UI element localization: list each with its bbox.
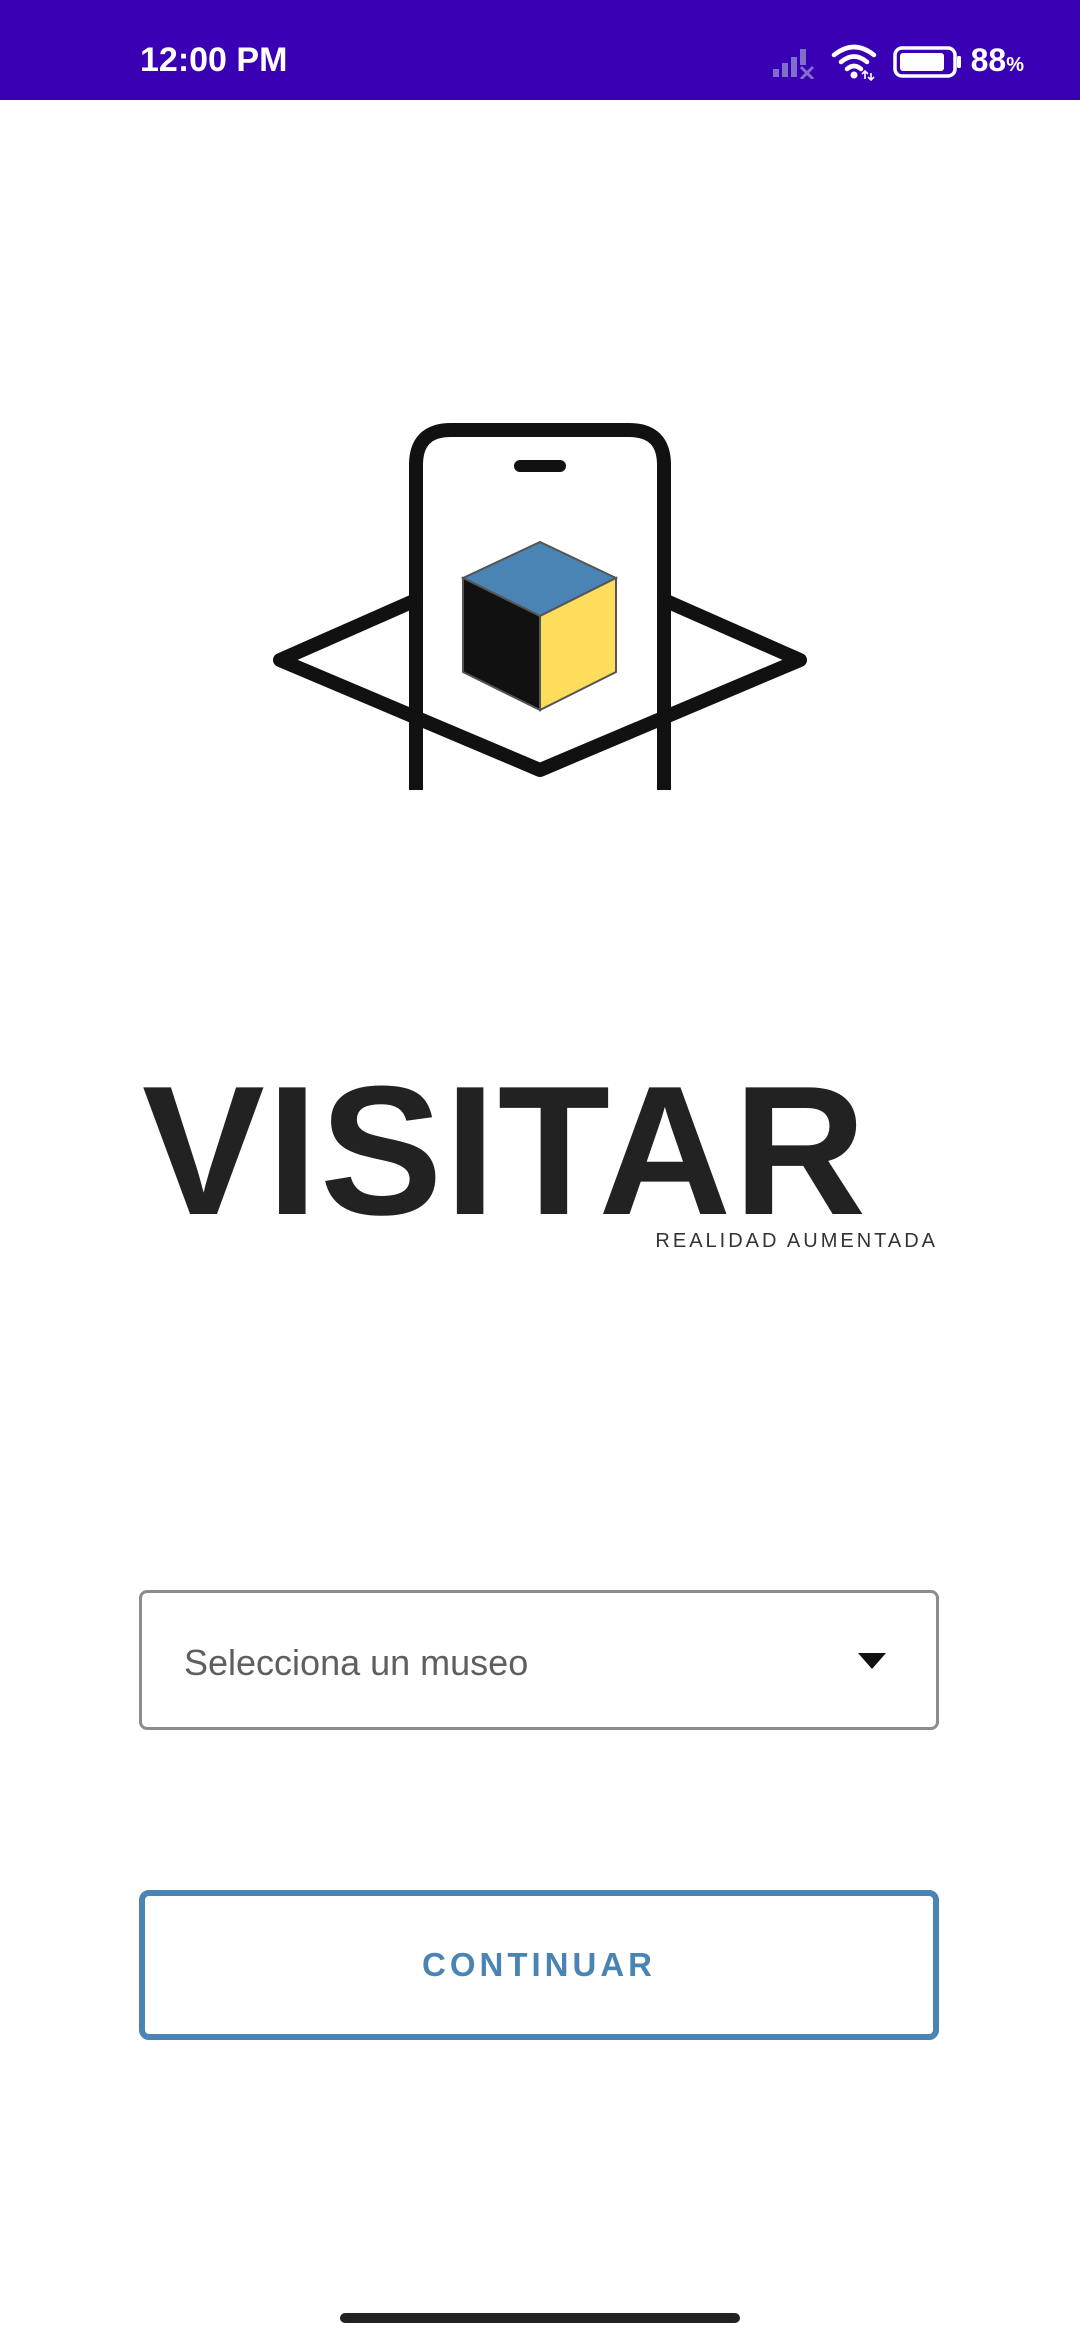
cube-icon — [460, 540, 619, 712]
brand-subtitle: REALIDAD AUMENTADA — [655, 1230, 938, 1252]
status-time: 12:00 PM — [140, 41, 288, 79]
status-bar: 12:00 PM 88% — [0, 0, 1080, 100]
battery-percent: 88% — [971, 40, 1024, 85]
battery-percent-unit: % — [1006, 53, 1024, 76]
battery-icon — [892, 46, 961, 78]
status-icons: 88% — [771, 40, 1024, 84]
brand-title-ar: AR — [598, 1047, 869, 1253]
brand-title: VISITAR — [142, 1058, 868, 1242]
dropdown-caret-icon — [858, 1653, 886, 1669]
brand-wordmark: VISITAR REALIDAD AUMENTADA — [142, 1058, 942, 1260]
museum-select-dropdown[interactable]: Selecciona un museo — [139, 1590, 939, 1730]
battery-percent-value: 88 — [970, 41, 1007, 78]
museum-select-placeholder: Selecciona un museo — [184, 1642, 529, 1683]
ar-phone-cube-icon — [273, 423, 807, 790]
home-indicator[interactable] — [340, 2313, 740, 2323]
welcome-screen: 12:00 PM 88% VISITAR REALIDAD AUMENTADA … — [0, 0, 1080, 2340]
wifi-icon — [831, 44, 876, 81]
cellular-signal-off-icon — [772, 49, 814, 79]
brand-title-visit: VISIT — [142, 1047, 599, 1253]
continue-button[interactable]: CONTINUAR — [139, 1890, 939, 2040]
